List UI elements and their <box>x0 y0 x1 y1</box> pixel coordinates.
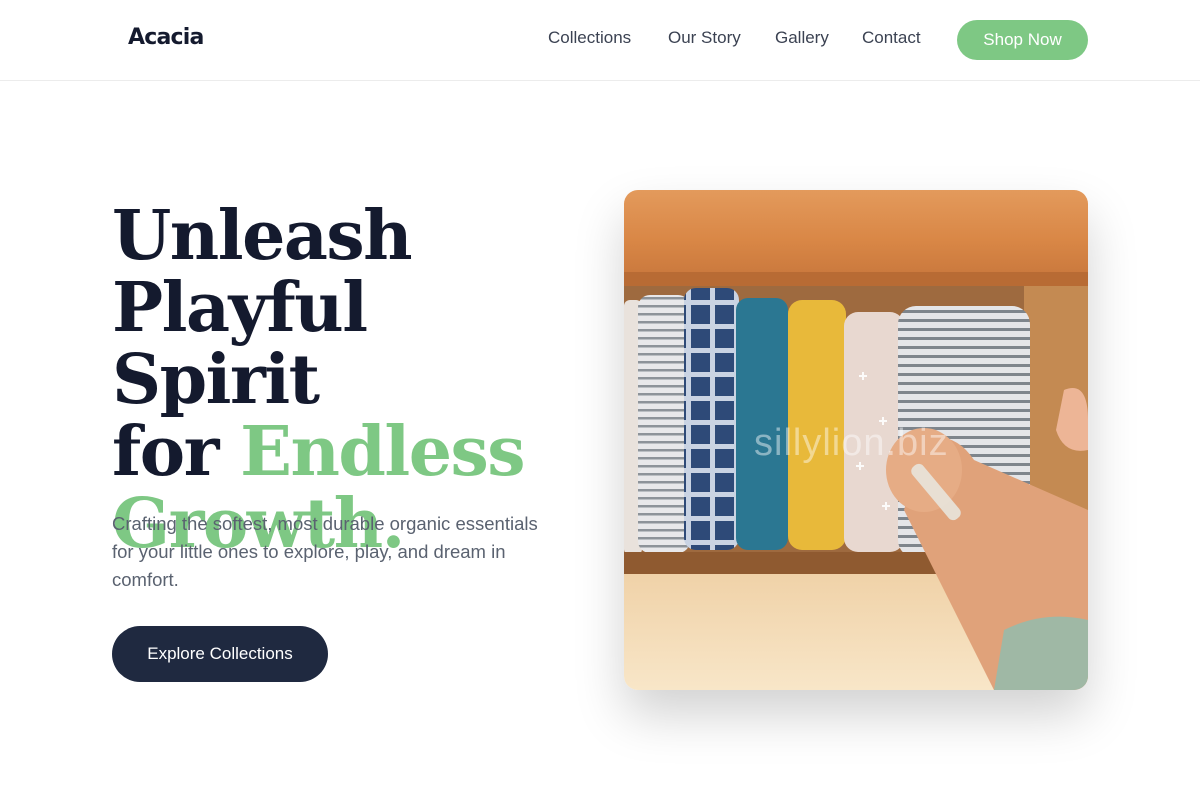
explore-collections-button[interactable]: Explore Collections <box>112 626 328 682</box>
hero-title-line-1: Unleash <box>112 196 413 276</box>
hero-title-line-3: for Endless <box>112 416 592 488</box>
hero-subtitle: Crafting the softest, most durable organ… <box>112 513 538 590</box>
hero-title-accent-1: Endless <box>240 412 525 492</box>
brand-logo[interactable]: Acacia <box>128 25 204 50</box>
nav-link-gallery[interactable]: Gallery <box>775 28 829 48</box>
hero-title-line-2: Playful Spirit <box>112 268 368 420</box>
nav-link-collections[interactable]: Collections <box>548 28 631 48</box>
hero-image: sillylion.biz <box>624 190 1088 690</box>
drawer-with-folded-blankets-image <box>624 190 1088 690</box>
hero-title: Unleash Playful Spirit for Endless Growt… <box>112 200 592 560</box>
nav-link-contact[interactable]: Contact <box>862 28 921 48</box>
hero-title-prefix: for <box>112 412 241 492</box>
shop-now-button[interactable]: Shop Now <box>957 20 1088 60</box>
nav-link-our-story[interactable]: Our Story <box>668 28 741 48</box>
site-header: Acacia Collections Our Story Gallery Con… <box>0 0 1200 81</box>
